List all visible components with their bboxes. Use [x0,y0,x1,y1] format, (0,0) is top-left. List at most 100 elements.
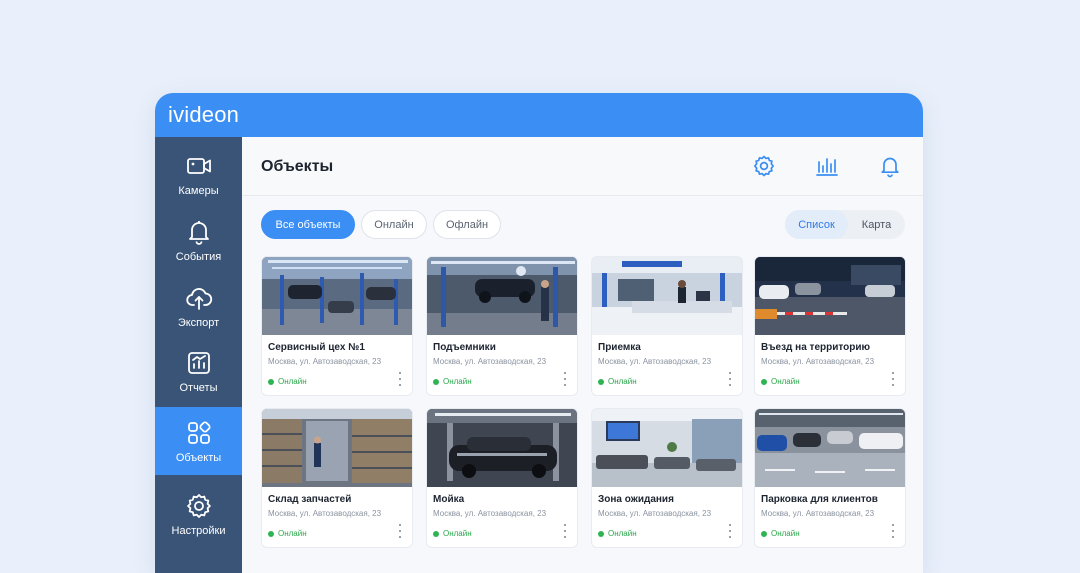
top-bar: ivideon [155,93,923,137]
cloud-upload-icon [185,287,212,310]
status-text: Онлайн [443,377,472,386]
object-card[interactable]: Подъемники Москва, ул. Автозаводская, 23… [426,256,578,396]
more-options-button[interactable] [396,524,404,538]
card-address: Москва, ул. Автозаводская, 23 [761,357,875,366]
status-badge: Онлайн [433,529,472,538]
status-badge: Онлайн [268,529,307,538]
camera-thumbnail [262,257,412,335]
card-address: Москва, ул. Автозаводская, 23 [433,509,547,518]
status-text: Онлайн [608,377,637,386]
objects-icon [187,420,211,444]
more-options-button[interactable] [889,524,897,538]
camera-thumbnail [755,257,905,335]
status-text: Онлайн [443,529,472,538]
status-dot [433,530,439,537]
status-text: Онлайн [608,529,637,538]
status-text: Онлайн [278,377,307,386]
sidebar-item-export[interactable]: Экспорт [155,273,242,339]
more-options-button[interactable] [396,372,404,386]
camera-thumbnail [592,409,742,487]
status-text: Онлайн [278,529,307,538]
header-notifications-button[interactable] [878,154,902,178]
object-card[interactable]: Склад запчастей Москва, ул. Автозаводска… [261,408,413,548]
header-settings-button[interactable] [752,154,776,178]
status-dot [433,378,439,385]
main-content: Объекты Все объекты Онлайн Офлайн Список… [242,137,923,573]
object-card[interactable]: Сервисный цех №1 Москва, ул. Автозаводск… [261,256,413,396]
more-options-button[interactable] [561,524,569,538]
camera-thumbnail [755,409,905,487]
page-header: Объекты [242,137,923,196]
bell-icon [188,220,209,245]
sidebar-item-settings[interactable]: Настройки [155,481,242,547]
card-address: Москва, ул. Автозаводская, 23 [598,357,712,366]
more-options-button[interactable] [726,524,734,538]
status-badge: Онлайн [433,377,472,386]
card-title: Мойка [433,494,465,505]
sidebar: Камеры События Экспорт Отчеты Объекты На… [155,137,242,573]
status-badge: Онлайн [761,529,800,538]
sidebar-item-objects[interactable]: Объекты [155,407,242,475]
app-window: ivideon Камеры События Экспорт Отчеты Об… [155,93,923,573]
status-badge: Онлайн [598,529,637,538]
card-address: Москва, ул. Автозаводская, 23 [598,509,712,518]
more-options-button[interactable] [889,372,897,386]
object-card[interactable]: Мойка Москва, ул. Автозаводская, 23 Онла… [426,408,578,548]
card-title: Подъемники [433,342,496,353]
status-badge: Онлайн [761,377,800,386]
page-title: Объекты [261,158,334,175]
sidebar-item-label: Камеры [178,184,219,197]
status-dot [598,530,604,537]
sidebar-item-cameras[interactable]: Камеры [155,141,242,207]
filter-online[interactable]: Онлайн [361,210,427,239]
object-card[interactable]: Приемка Москва, ул. Автозаводская, 23 Он… [591,256,743,396]
object-card[interactable]: Парковка для клиентов Москва, ул. Автоза… [754,408,906,548]
view-map-button[interactable]: Карта [848,210,905,239]
status-dot [761,530,767,537]
sidebar-item-reports[interactable]: Отчеты [155,338,242,404]
header-analytics-button[interactable] [815,154,839,178]
app-logo[interactable]: ivideon [168,102,239,128]
status-dot [598,378,604,385]
status-badge: Онлайн [268,377,307,386]
object-card[interactable]: Въезд на территорию Москва, ул. Автозаво… [754,256,906,396]
card-address: Москва, ул. Автозаводская, 23 [433,357,547,366]
status-dot [268,378,274,385]
card-title: Парковка для клиентов [761,494,878,505]
reports-icon [187,351,210,374]
more-options-button[interactable] [726,372,734,386]
card-title: Склад запчастей [268,494,352,505]
filter-all-objects[interactable]: Все объекты [261,210,355,239]
card-address: Москва, ул. Автозаводская, 23 [268,357,382,366]
card-address: Москва, ул. Автозаводская, 23 [268,509,382,518]
status-dot [761,378,767,385]
card-address: Москва, ул. Автозаводская, 23 [761,509,875,518]
status-dot [268,530,274,537]
camera-thumbnail [427,257,577,335]
view-toggle: Список Карта [785,210,905,239]
card-title: Сервисный цех №1 [268,342,365,353]
status-text: Онлайн [771,377,800,386]
object-card[interactable]: Зона ожидания Москва, ул. Автозаводская,… [591,408,743,548]
status-badge: Онлайн [598,377,637,386]
notification-bell-icon [881,157,899,178]
sidebar-item-label: События [175,250,222,263]
camera-thumbnail [592,257,742,335]
sidebar-item-label: Настройки [171,524,226,537]
analytics-bars-icon [816,158,838,176]
camera-icon [186,157,211,174]
sidebar-item-label: Отчеты [179,381,218,394]
sidebar-item-events[interactable]: События [155,207,242,273]
status-text: Онлайн [771,529,800,538]
settings-icon [186,493,211,518]
more-options-button[interactable] [561,372,569,386]
camera-thumbnail [262,409,412,487]
camera-thumbnail [427,409,577,487]
card-title: Въезд на территорию [761,342,871,353]
card-title: Приемка [598,342,641,353]
card-title: Зона ожидания [598,494,674,505]
settings-gear-icon [753,155,775,177]
sidebar-item-label: Экспорт [177,316,220,329]
filter-offline[interactable]: Офлайн [433,210,501,239]
view-list-button[interactable]: Список [785,210,848,239]
